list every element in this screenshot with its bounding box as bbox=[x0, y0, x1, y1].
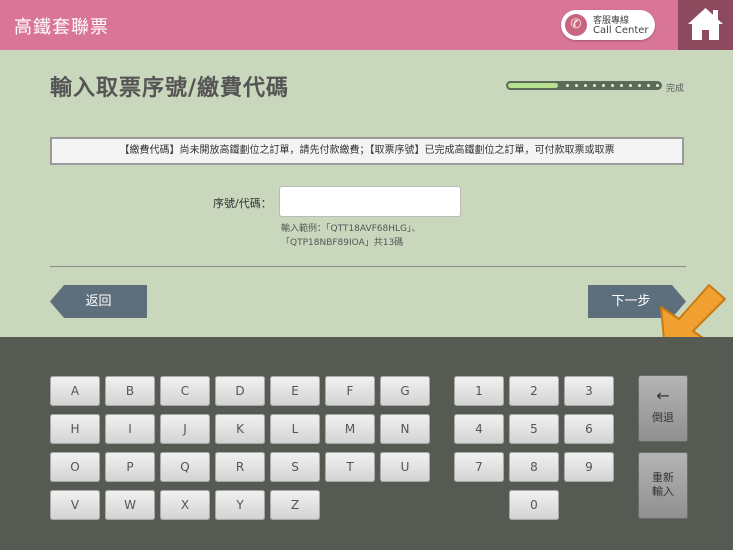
key-l[interactable]: L bbox=[270, 414, 320, 444]
key-e[interactable]: E bbox=[270, 376, 320, 406]
app-title: 高鐵套聯票 bbox=[14, 17, 109, 38]
key-a[interactable]: A bbox=[50, 376, 100, 406]
progress-step-dot bbox=[584, 84, 587, 87]
key-x[interactable]: X bbox=[160, 490, 210, 520]
back-button[interactable]: 返回 bbox=[50, 285, 147, 318]
page-title: 輸入取票序號/繳費代碼 bbox=[50, 76, 290, 101]
call-center-label-en: Call Center bbox=[593, 25, 649, 36]
progress-step-dot bbox=[620, 84, 623, 87]
key-k[interactable]: K bbox=[215, 414, 265, 444]
backspace-arrow-icon: ← bbox=[656, 386, 670, 405]
key-u[interactable]: U bbox=[380, 452, 430, 482]
progress-bar bbox=[506, 81, 662, 90]
key-m[interactable]: M bbox=[325, 414, 375, 444]
key-7[interactable]: 7 bbox=[454, 452, 504, 482]
reset-label-line2: 輸入 bbox=[652, 485, 674, 498]
key-g[interactable]: G bbox=[380, 376, 430, 406]
progress-step-dot bbox=[602, 84, 605, 87]
call-center-button[interactable]: ✆ 客服專線 Call Center bbox=[561, 10, 655, 40]
progress-step-dot bbox=[638, 84, 641, 87]
progress-step-dot bbox=[566, 84, 569, 87]
backspace-key[interactable]: ← 倒退 bbox=[638, 375, 688, 442]
reset-label-line1: 重新 bbox=[652, 471, 674, 484]
phone-icon: ✆ bbox=[565, 14, 587, 36]
key-v[interactable]: V bbox=[50, 490, 100, 520]
key-5[interactable]: 5 bbox=[509, 414, 559, 444]
key-w[interactable]: W bbox=[105, 490, 155, 520]
key-6[interactable]: 6 bbox=[564, 414, 614, 444]
progress-step-dot bbox=[611, 84, 614, 87]
key-3[interactable]: 3 bbox=[564, 376, 614, 406]
main-panel: 輸入取票序號/繳費代碼 完成 【繳費代碼】尚未開放高鐵劃位之訂單，請先付款繳費；… bbox=[0, 50, 733, 337]
home-button[interactable] bbox=[678, 0, 733, 50]
hint-line-2: 「QTP18NBF89IOA」共13碼 bbox=[281, 238, 404, 248]
key-h[interactable]: H bbox=[50, 414, 100, 444]
key-d[interactable]: D bbox=[215, 376, 265, 406]
key-n[interactable]: N bbox=[380, 414, 430, 444]
key-r[interactable]: R bbox=[215, 452, 265, 482]
progress-step-dot bbox=[647, 84, 650, 87]
input-hint: 輸入範例：「QTT18AVF68HLG」、 「QTP18NBF89IOA」共13… bbox=[281, 222, 421, 250]
key-t[interactable]: T bbox=[325, 452, 375, 482]
code-field-label: 序號/代碼： bbox=[213, 197, 272, 210]
hint-line-1: 輸入範例：「QTT18AVF68HLG」、 bbox=[281, 224, 421, 234]
key-9[interactable]: 9 bbox=[564, 452, 614, 482]
key-p[interactable]: P bbox=[105, 452, 155, 482]
divider bbox=[50, 266, 686, 267]
key-8[interactable]: 8 bbox=[509, 452, 559, 482]
on-screen-keyboard: ← 倒退 重新 輸入 ABCDEFG HIJKLMN OPQRSTU VWXYZ 123… bbox=[0, 337, 733, 550]
progress-step-dot bbox=[593, 84, 596, 87]
key-z[interactable]: Z bbox=[270, 490, 320, 520]
key-0[interactable]: 0 bbox=[509, 490, 559, 520]
progress-label: 完成 bbox=[666, 84, 685, 94]
backspace-label: 倒退 bbox=[652, 411, 674, 424]
reset-input-key[interactable]: 重新 輸入 bbox=[638, 452, 688, 519]
info-notice: 【繳費代碼】尚未開放高鐵劃位之訂單，請先付款繳費；【取票序號】已完成高鐵劃位之訂… bbox=[50, 137, 684, 165]
key-4[interactable]: 4 bbox=[454, 414, 504, 444]
top-bar: 高鐵套聯票 ✆ 客服專線 Call Center bbox=[0, 0, 733, 50]
progress-step-dot bbox=[656, 84, 659, 87]
key-c[interactable]: C bbox=[160, 376, 210, 406]
key-1[interactable]: 1 bbox=[454, 376, 504, 406]
key-o[interactable]: O bbox=[50, 452, 100, 482]
key-j[interactable]: J bbox=[160, 414, 210, 444]
key-y[interactable]: Y bbox=[215, 490, 265, 520]
progress-step-dot bbox=[629, 84, 632, 87]
progress-step-dot bbox=[575, 84, 578, 87]
key-i[interactable]: I bbox=[105, 414, 155, 444]
key-f[interactable]: F bbox=[325, 376, 375, 406]
home-icon bbox=[688, 8, 723, 40]
key-b[interactable]: B bbox=[105, 376, 155, 406]
progress-steps bbox=[506, 81, 662, 90]
key-s[interactable]: S bbox=[270, 452, 320, 482]
code-input[interactable] bbox=[279, 186, 461, 217]
key-q[interactable]: Q bbox=[160, 452, 210, 482]
key-2[interactable]: 2 bbox=[509, 376, 559, 406]
